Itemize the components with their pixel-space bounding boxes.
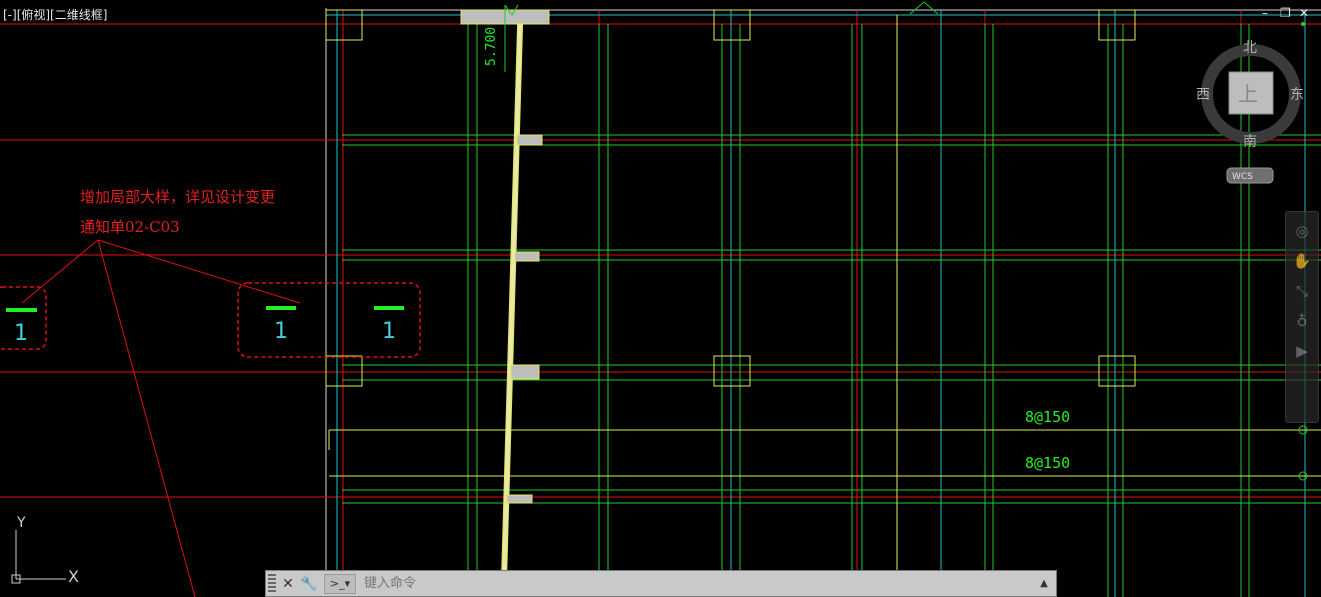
viewcube-west: 西 xyxy=(1196,87,1210,103)
rebar-label-1: 8@150 xyxy=(1025,408,1070,426)
note-line-1: 增加局部大样，详见设计变更 xyxy=(80,188,275,206)
section-mark-1: 1 xyxy=(14,321,28,346)
section-mark-3: 1 xyxy=(382,319,396,344)
restore-button[interactable]: ❐ xyxy=(1280,6,1291,20)
viewcube-north: 北 xyxy=(1243,40,1257,56)
viewcube-south: 南 xyxy=(1243,134,1257,150)
rebar-label-2: 8@150 xyxy=(1025,454,1070,472)
note-line-2: 通知单02-C03 xyxy=(80,218,180,236)
zoom-icon[interactable]: ⤡ xyxy=(1291,280,1313,302)
customize-wrench-icon[interactable]: 🔧 xyxy=(300,574,318,594)
pan-icon[interactable]: ✋ xyxy=(1291,250,1313,272)
close-command-icon[interactable]: ✕ xyxy=(279,574,297,594)
command-grip-handle[interactable] xyxy=(268,573,276,594)
drawing-canvas[interactable]: 5.700 增加局部大样，详见设计变更 通知单02-C03 1 1 1 8@15… xyxy=(0,0,1321,597)
ucs-y-label: Y xyxy=(16,515,26,531)
expand-history-icon[interactable]: ▲ xyxy=(1036,578,1052,589)
viewcube-east: 东 xyxy=(1290,87,1304,103)
minimize-button[interactable]: – xyxy=(1262,6,1268,20)
command-prompt-icon[interactable]: >_▾ xyxy=(324,573,356,594)
level-mark-text: 5.700 xyxy=(484,27,499,66)
wcs-label: WCS xyxy=(1232,172,1253,182)
steering-wheel-icon[interactable]: ◎ xyxy=(1291,220,1313,242)
orbit-icon[interactable]: ♁ xyxy=(1291,310,1313,332)
command-input[interactable] xyxy=(362,571,1036,596)
showmotion-icon[interactable]: ▶ xyxy=(1291,340,1313,362)
section-mark-2: 1 xyxy=(274,319,288,344)
command-line: ✕ 🔧 >_▾ ▲ xyxy=(265,570,1057,597)
close-viewport-button[interactable]: ✕ xyxy=(1299,6,1309,20)
ucs-x-label: X xyxy=(68,567,79,586)
viewcube-top-label: 上 xyxy=(1238,82,1258,106)
viewport-label[interactable]: [-][俯视][二维线框] xyxy=(3,6,107,23)
navigation-bar: ◎ ✋ ⤡ ♁ ▶ xyxy=(1285,211,1319,423)
